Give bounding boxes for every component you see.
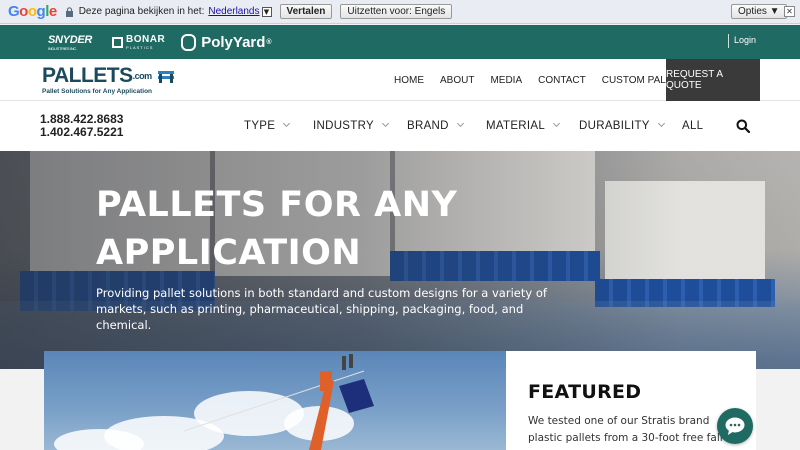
category-material[interactable]: MATERIAL bbox=[486, 119, 561, 132]
disable-translate-button[interactable]: Uitzetten voor: Engels bbox=[340, 4, 453, 19]
chevron-down-icon bbox=[283, 119, 291, 128]
category-type[interactable]: TYPE bbox=[244, 119, 291, 132]
category-durability[interactable]: DURABILITY bbox=[579, 119, 665, 132]
nav-media[interactable]: MEDIA bbox=[490, 75, 522, 86]
chevron-down-icon bbox=[456, 119, 464, 128]
translate-button[interactable]: Vertalen bbox=[279, 4, 333, 19]
nav-about[interactable]: ABOUT bbox=[440, 75, 474, 86]
hero-subtitle: Providing pallet solutions in both stand… bbox=[96, 286, 547, 332]
hero-title: PALLETS FOR ANY APPLICATION bbox=[96, 185, 458, 273]
hero-banner: PALLETS FOR ANY APPLICATION Providing pa… bbox=[0, 151, 800, 369]
chat-button[interactable] bbox=[717, 408, 753, 444]
category-industry[interactable]: INDUSTRY bbox=[313, 119, 390, 132]
featured-title: FEATURED bbox=[528, 381, 642, 403]
bonar-logo[interactable]: BONAR PLASTICS bbox=[112, 34, 165, 50]
search-icon[interactable] bbox=[736, 119, 750, 133]
phone-numbers: 1.888.422.8683 1.402.467.5221 bbox=[40, 113, 123, 139]
category-all[interactable]: ALL bbox=[682, 120, 703, 132]
main-nav: PALLETS.com Pallet Solutions for Any App… bbox=[0, 59, 800, 101]
site-logo[interactable]: PALLETS.com Pallet Solutions for Any App… bbox=[42, 65, 174, 95]
options-button[interactable]: Opties ▼ bbox=[731, 4, 787, 19]
lock-icon bbox=[65, 6, 73, 17]
brand-bar: SNYDER INDUSTRIES INC. BONAR PLASTICS Poly… bbox=[0, 25, 800, 59]
chat-icon bbox=[725, 417, 745, 435]
phone-local[interactable]: 1.402.467.5221 bbox=[40, 126, 123, 139]
featured-video-thumbnail[interactable] bbox=[44, 351, 506, 450]
category-brand[interactable]: BRAND bbox=[407, 119, 464, 132]
chevron-down-icon bbox=[553, 119, 561, 128]
login-divider bbox=[728, 34, 729, 48]
featured-text: We tested one of our Stratis brand plast… bbox=[528, 415, 723, 444]
request-quote-button[interactable]: REQUEST A QUOTE bbox=[666, 59, 760, 101]
language-dropdown-icon[interactable]: ▼ bbox=[261, 6, 272, 17]
bonar-mark-icon bbox=[112, 36, 124, 48]
polyyard-mark-icon bbox=[181, 33, 197, 51]
google-logo: Google bbox=[8, 3, 57, 20]
polyyard-logo[interactable]: PolyYard ® bbox=[181, 33, 272, 51]
pallet-logo-icon bbox=[157, 71, 174, 83]
top-links: HOME ABOUT MEDIA CONTACT CUSTOM PALLETS bbox=[394, 59, 707, 101]
category-nav: 1.888.422.8683 1.402.467.5221 TYPE INDUS… bbox=[0, 101, 800, 151]
chevron-down-icon bbox=[657, 119, 665, 128]
crane-illustration bbox=[183, 354, 374, 450]
close-icon[interactable]: ✕ bbox=[784, 6, 795, 17]
nav-home[interactable]: HOME bbox=[394, 75, 424, 86]
chevron-down-icon bbox=[381, 119, 390, 128]
translate-prompt: Deze pagina bekijken in het: bbox=[78, 6, 205, 17]
login-link[interactable]: Login bbox=[734, 35, 756, 45]
translate-bar: Google Deze pagina bekijken in het: Nede… bbox=[0, 0, 800, 24]
language-select[interactable]: Nederlands bbox=[208, 6, 259, 17]
snyder-logo[interactable]: SNYDER INDUSTRIES INC. bbox=[48, 34, 92, 51]
nav-contact[interactable]: CONTACT bbox=[538, 75, 586, 86]
